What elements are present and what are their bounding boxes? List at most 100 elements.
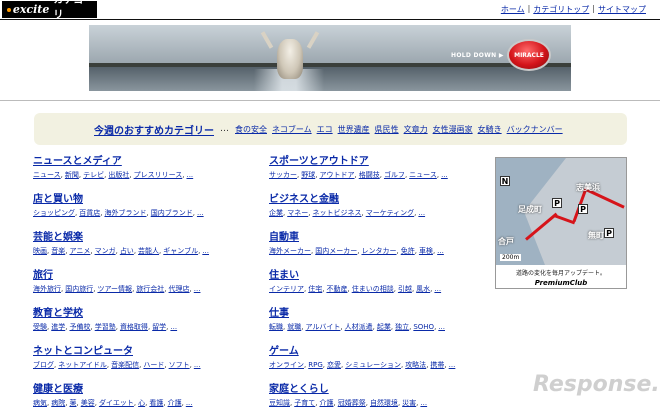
subcategory-link[interactable]: 住まいの相談 [352,283,394,295]
more-link[interactable]: ... [449,359,456,371]
subcategory-link[interactable]: ギャンブル [163,245,198,257]
subcategory-link[interactable]: 海外ブランド [104,207,146,219]
subcategory-link[interactable]: 代理店 [169,283,190,295]
subcategory-link[interactable]: アニメ [69,245,90,257]
home-link[interactable]: ホーム [501,4,525,15]
subcategory-link[interactable]: 恋愛 [327,359,341,371]
subcategory-link[interactable]: ダイエット [99,397,134,408]
subcategory-link[interactable]: 転職 [269,321,283,333]
subcategory-link[interactable]: 留学 [152,321,166,333]
recommend-item[interactable]: ネコブーム [272,124,312,135]
more-link[interactable]: ... [170,321,177,333]
subcategory-link[interactable]: 引越 [398,283,412,295]
subcategory-link[interactable]: 介護 [319,397,333,408]
subcategory-link[interactable]: ゴルフ [384,169,405,181]
category-title-link[interactable]: 自動車 [269,231,499,245]
category-title-link[interactable]: 仕事 [269,307,499,321]
subcategory-link[interactable]: ショッピング [33,207,75,219]
subcategory-link[interactable]: 住宅 [308,283,322,295]
category-title-link[interactable]: ニュースとメディア [33,155,263,169]
category-title-link[interactable]: 住まい [269,269,499,283]
category-top-link[interactable]: カテゴリトップ [533,4,589,15]
subcategory-link[interactable]: 海外メーカー [269,245,311,257]
more-link[interactable]: ... [418,207,425,219]
subcategory-link[interactable]: 音楽配信 [111,359,139,371]
subcategory-link[interactable]: ハード [143,359,164,371]
subcategory-link[interactable]: 進学 [51,321,65,333]
category-title-link[interactable]: 教育と学校 [33,307,263,321]
more-link[interactable]: ... [438,321,445,333]
subcategory-link[interactable]: 看護 [149,397,163,408]
subcategory-link[interactable]: 受験 [33,321,47,333]
subcategory-link[interactable]: 出版社 [108,169,129,181]
category-title-link[interactable]: 家庭とくらし [269,383,499,397]
subcategory-link[interactable]: ニュース [409,169,437,181]
category-title-link[interactable]: 健康と医療 [33,383,263,397]
subcategory-link[interactable]: 芸能人 [138,245,159,257]
subcategory-link[interactable]: 不動産 [326,283,347,295]
recommend-item[interactable]: 食の安全 [235,124,267,135]
subcategory-link[interactable]: ネットビジネス [312,207,361,219]
subcategory-link[interactable]: 占い [120,245,134,257]
subcategory-link[interactable]: 新聞 [65,169,79,181]
subcategory-link[interactable]: 人材派遣 [345,321,373,333]
subcategory-link[interactable]: RPG [308,359,323,371]
subcategory-link[interactable]: 車検 [419,245,433,257]
subcategory-link[interactable]: 美容 [81,397,95,408]
recommend-item[interactable]: 女騎き [478,124,502,135]
subcategory-link[interactable]: 国内ブランド [151,207,193,219]
subcategory-link[interactable]: 病気 [33,397,47,408]
more-link[interactable]: ... [202,245,209,257]
subcategory-link[interactable]: ネットアイドル [58,359,107,371]
category-title-link[interactable]: ネットとコンピュータ [33,345,263,359]
subcategory-link[interactable]: 子育て [294,397,315,408]
more-link[interactable]: ... [434,283,441,295]
subcategory-link[interactable]: 携帯 [430,359,444,371]
recommend-item[interactable]: 県民性 [375,124,399,135]
recommend-item[interactable]: 世界遺産 [338,124,370,135]
subcategory-link[interactable]: 学習塾 [95,321,116,333]
subcategory-link[interactable]: 音楽 [51,245,65,257]
excite-logo[interactable]: excite カテゴリ [2,0,97,21]
subcategory-link[interactable]: ソフト [169,359,190,371]
subcategory-link[interactable]: ツアー情報 [97,283,132,295]
subcategory-link[interactable]: 予備校 [69,321,90,333]
more-link[interactable]: ... [186,397,193,408]
subcategory-link[interactable]: レンタカー [361,245,396,257]
category-title-link[interactable]: 旅行 [33,269,263,283]
subcategory-link[interactable]: 就職 [287,321,301,333]
subcategory-link[interactable]: 百貨店 [79,207,100,219]
more-link[interactable]: ... [194,359,201,371]
more-link[interactable]: ... [420,397,427,408]
subcategory-link[interactable]: 冠婚葬祭 [338,397,366,408]
category-title-link[interactable]: 芸能と娯楽 [33,231,263,245]
subcategory-link[interactable]: 旅行会社 [136,283,164,295]
more-link[interactable]: ... [437,245,444,257]
subcategory-link[interactable]: 資格取得 [120,321,148,333]
subcategory-link[interactable]: 起業 [377,321,391,333]
miracle-button[interactable]: MIRACLE [507,39,551,71]
subcategory-link[interactable]: ブログ [33,359,54,371]
sitemap-link[interactable]: サイトマップ [598,4,646,15]
subcategory-link[interactable]: ニュース [33,169,61,181]
subcategory-link[interactable]: 介護 [168,397,182,408]
subcategory-link[interactable]: オンライン [269,359,304,371]
subcategory-link[interactable]: プレスリリース [134,169,183,181]
subcategory-link[interactable]: 薬 [69,397,76,408]
subcategory-link[interactable]: 映画 [33,245,47,257]
miracle-banner-ad[interactable]: HOLD DOWN ▶ MIRACLE [89,25,571,91]
recommend-item[interactable]: 文章力 [404,124,428,135]
subcategory-link[interactable]: シミュレーション [345,359,401,371]
premium-club-map-ad[interactable]: 志美浜 足成町 無町 合戸 P P P N 200m 道路の変化を毎月アップデー… [495,157,627,289]
recommend-item[interactable]: エコ [317,124,333,135]
subcategory-link[interactable]: 心 [138,397,145,408]
subcategory-link[interactable]: 風水 [416,283,430,295]
more-link[interactable]: ... [194,283,201,295]
more-link[interactable]: ... [441,169,448,181]
subcategory-link[interactable]: 海外旅行 [33,283,61,295]
recommend-item[interactable]: 女性漫画家 [433,124,473,135]
subcategory-link[interactable]: 企業 [269,207,283,219]
subcategory-link[interactable]: 自然環境 [370,397,398,408]
subcategory-link[interactable]: 格闘技 [359,169,380,181]
subcategory-link[interactable]: 災害 [402,397,416,408]
